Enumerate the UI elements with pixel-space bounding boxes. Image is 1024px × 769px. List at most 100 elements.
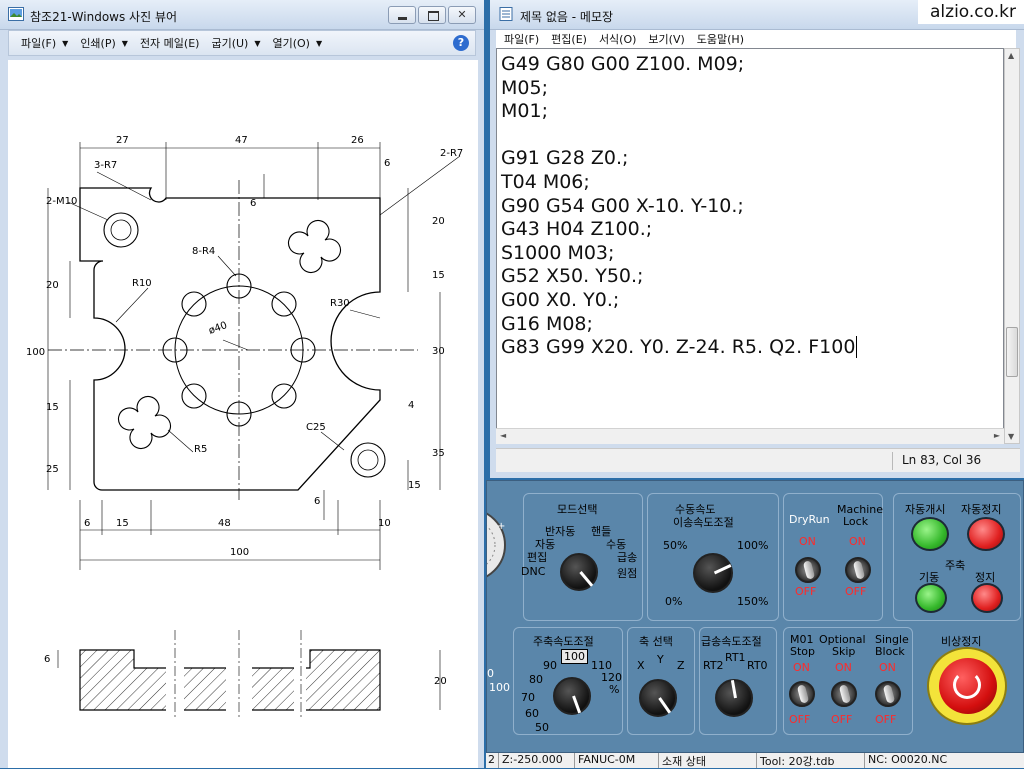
code-line: G43 H04 Z100.; bbox=[501, 218, 653, 241]
notepad-menu-edit[interactable]: 편집(E) bbox=[551, 31, 587, 47]
menu-email[interactable]: 전자 메일(E) bbox=[140, 35, 200, 51]
code-line-text: G83 G99 X20. Y0. Z-24. R5. Q2. F100 bbox=[501, 336, 856, 359]
notepad-title: 제목 없음 - 메모장 bbox=[520, 10, 614, 24]
m01-off: OFF bbox=[789, 713, 811, 726]
handwheel-icon[interactable]: + bbox=[487, 505, 509, 585]
scroll-right-icon[interactable]: ► bbox=[994, 431, 1000, 440]
single-block-label-2: Block bbox=[875, 645, 905, 658]
dim-inner-2: 6 bbox=[384, 158, 390, 169]
menu-open[interactable]: 열기(O) ▼ bbox=[272, 35, 322, 51]
dim-right-6: 15 bbox=[408, 480, 421, 491]
dryrun-on: ON bbox=[799, 535, 816, 548]
m01-label-2: Stop bbox=[790, 645, 816, 658]
machine-lock-off: OFF bbox=[845, 585, 867, 598]
notepad-menu-format[interactable]: 서식(O) bbox=[599, 31, 636, 47]
mode-label-home: 원점 bbox=[617, 567, 638, 580]
menu-file[interactable]: 파일(F) ▼ bbox=[21, 35, 68, 51]
help-icon[interactable]: ? bbox=[453, 35, 469, 51]
scroll-left-icon[interactable]: ◄ bbox=[500, 431, 506, 440]
code-line-current: G83 G99 X20. Y0. Z-24. R5. Q2. F100 bbox=[501, 336, 999, 360]
scrollbar-thumb[interactable] bbox=[1006, 327, 1018, 377]
notepad-menu-view[interactable]: 보기(V) bbox=[648, 31, 684, 47]
chevron-down-icon: ▼ bbox=[254, 38, 261, 48]
partial-scale-0: 0 bbox=[487, 667, 494, 680]
callout-8r4: 8-R4 bbox=[192, 246, 215, 257]
axis-label-y: Y bbox=[657, 653, 664, 666]
feed-override-knob[interactable] bbox=[693, 553, 733, 593]
cursor-position: Ln 83, Col 36 bbox=[902, 453, 982, 467]
notepad-menu-file[interactable]: 파일(F) bbox=[504, 31, 539, 47]
emergency-stop-button[interactable] bbox=[927, 647, 1007, 725]
axis-label-x: X bbox=[637, 659, 645, 672]
machine-lock-toggle[interactable] bbox=[845, 557, 871, 583]
notepad-menu-help[interactable]: 도움말(H) bbox=[697, 31, 744, 47]
dim-right-5: 35 bbox=[432, 448, 445, 459]
dryrun-off: OFF bbox=[795, 585, 817, 598]
rapid-override-title: 급송속도조절 bbox=[701, 635, 762, 648]
rapid-rt0: RT0 bbox=[747, 659, 768, 672]
spindle-scale-60: 60 bbox=[525, 707, 539, 720]
auto-start-label: 자동개시 bbox=[905, 503, 946, 516]
m01-toggle[interactable] bbox=[789, 681, 815, 707]
spindle-override-knob[interactable] bbox=[553, 677, 591, 715]
rapid-override-knob[interactable] bbox=[715, 679, 753, 717]
menu-print[interactable]: 인쇄(P) ▼ bbox=[80, 35, 128, 51]
dim-bottom-1: 6 bbox=[84, 518, 90, 529]
code-line: G16 M08; bbox=[501, 312, 593, 335]
dryrun-toggle[interactable] bbox=[795, 557, 821, 583]
chevron-down-icon: ▼ bbox=[62, 38, 69, 48]
notepad-text-area[interactable]: G49 G80 G00 Z100. M09; M05; M01; G91 G28 Z0… bbox=[496, 48, 1004, 444]
dim-bottom-2: 15 bbox=[116, 518, 129, 529]
code-line: G91 G28 Z0.; bbox=[501, 147, 629, 170]
code-line: M01; bbox=[501, 100, 548, 123]
vertical-scrollbar[interactable]: ▲ ▼ bbox=[1004, 48, 1020, 444]
photo-viewer-icon bbox=[8, 7, 24, 21]
mode-select-knob[interactable] bbox=[560, 553, 598, 591]
axis-select-knob[interactable] bbox=[639, 679, 677, 717]
feed-title-2: 이송속도조절 bbox=[673, 516, 734, 529]
dim-right-3: 30 bbox=[432, 346, 445, 357]
auto-stop-button[interactable] bbox=[967, 517, 1005, 551]
close-icon: ✕ bbox=[457, 8, 467, 21]
machine-lock-label-2: Lock bbox=[843, 515, 869, 528]
dim-right-2: 15 bbox=[432, 270, 445, 281]
dim-left-4: 25 bbox=[46, 464, 59, 475]
mode-label-edit: 편집 bbox=[527, 551, 548, 564]
drawing-canvas: 27 47 26 3-R7 2-R7 2-M10 8-R4 R10 R30 R5… bbox=[8, 60, 478, 768]
horizontal-scrollbar[interactable]: ◄ ► bbox=[496, 428, 1004, 444]
optional-skip-toggle[interactable] bbox=[831, 681, 857, 707]
svg-text:+: + bbox=[497, 521, 505, 532]
spindle-scale-80: 80 bbox=[529, 673, 543, 686]
code-line: G49 G80 G00 Z100. M09; bbox=[501, 53, 745, 75]
dim-bottom-4: 10 bbox=[378, 518, 391, 529]
scroll-up-icon[interactable]: ▲ bbox=[1008, 51, 1014, 60]
menu-burn[interactable]: 굽기(U) ▼ bbox=[211, 35, 260, 51]
spindle-stop-button[interactable] bbox=[971, 583, 1003, 613]
dim-left-3: 15 bbox=[46, 402, 59, 413]
status-controller: FANUC-0M bbox=[578, 753, 636, 766]
mode-select-title: 모드선택 bbox=[557, 503, 598, 516]
rapid-rt2: RT2 bbox=[703, 659, 724, 672]
spindle-scale-50: 50 bbox=[535, 721, 549, 734]
dim-top-2: 47 bbox=[235, 135, 248, 146]
menu-email-label: 전자 메일(E) bbox=[139, 37, 200, 50]
axis-select-title: 축 선택 bbox=[639, 635, 673, 648]
viewer-titlebar[interactable]: 참조21-Windows 사진 뷰어 ✕ bbox=[0, 0, 484, 30]
close-button[interactable]: ✕ bbox=[448, 6, 476, 24]
single-block-toggle[interactable] bbox=[875, 681, 901, 707]
scroll-down-icon[interactable]: ▼ bbox=[1008, 432, 1014, 441]
cnc-control-panel: + 모드선택 반자동 핸들 자동 수동 편집 급송 DNC 원점 수동속도 이송… bbox=[486, 480, 1024, 753]
dim-right-1: 20 bbox=[432, 216, 445, 227]
status-nc-file: NC: O0020.NC bbox=[868, 753, 948, 766]
code-line: S1000 M03; bbox=[501, 241, 615, 264]
maximize-button[interactable] bbox=[418, 6, 446, 24]
spindle-override-title: 주축속도조절 bbox=[533, 635, 594, 648]
minimize-button[interactable] bbox=[388, 6, 416, 24]
viewer-title: 참조21-Windows 사진 뷰어 bbox=[30, 10, 178, 24]
dim-top-3: 26 bbox=[351, 135, 364, 146]
spindle-start-button[interactable] bbox=[915, 583, 947, 613]
code-line: M05; bbox=[501, 76, 548, 99]
menu-print-label: 인쇄(P) bbox=[80, 37, 116, 50]
callout-c25: C25 bbox=[306, 422, 326, 433]
auto-start-button[interactable] bbox=[911, 517, 949, 551]
